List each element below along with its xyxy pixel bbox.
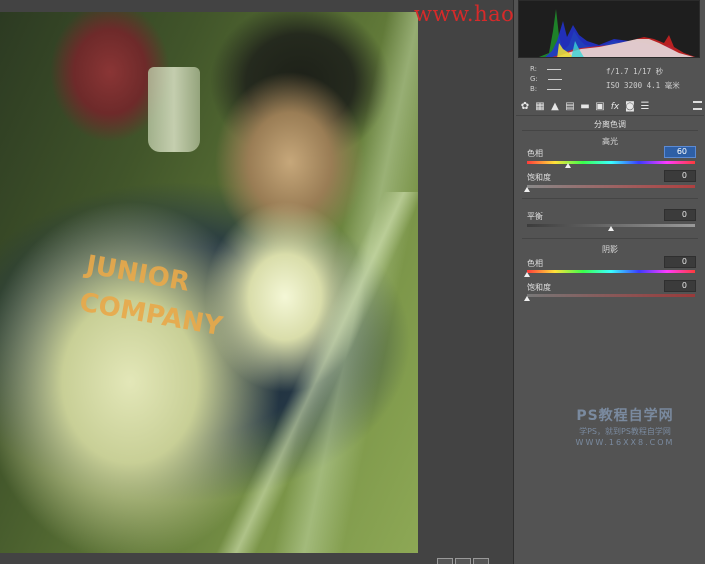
shadows-hue-label: 色相 bbox=[527, 259, 543, 268]
ps-watermark: PS教程自学网 学PS，就到PS教程自学网 WWW.16XX8.COM bbox=[560, 405, 690, 447]
camera-info: R: G: B: f/1.7 1/17 秒 ISO 3200 4.1 毫米 bbox=[514, 60, 705, 98]
shadows-hue-input[interactable]: 0 bbox=[664, 256, 696, 268]
g-label: G: bbox=[530, 75, 538, 83]
exif-readout: f/1.7 1/17 秒 ISO 3200 4.1 毫米 bbox=[606, 65, 680, 93]
shadows-saturation-slider[interactable] bbox=[527, 294, 695, 297]
highlights-saturation-thumb[interactable] bbox=[524, 187, 530, 192]
shirt-print: JUNIOR COMPANY bbox=[77, 250, 225, 343]
shadows-hue-slider[interactable] bbox=[527, 270, 695, 273]
rgb-readout: R: G: B: bbox=[530, 64, 562, 94]
highlights-hue-slider[interactable] bbox=[527, 161, 695, 164]
histogram bbox=[518, 0, 700, 58]
view-compare-button[interactable] bbox=[473, 558, 489, 564]
r-label: R: bbox=[530, 65, 538, 73]
shadows-heading: 阴影 bbox=[602, 245, 618, 254]
ps-watermark-title: PS教程自学网 bbox=[576, 408, 674, 424]
panel-menu-icon[interactable] bbox=[693, 101, 702, 110]
balance-thumb[interactable] bbox=[608, 226, 614, 231]
camera-calibration-icon[interactable]: ◙ bbox=[624, 101, 636, 113]
aperture-shutter: f/1.7 1/17 秒 bbox=[606, 67, 664, 76]
highlights-saturation-slider[interactable] bbox=[527, 185, 695, 188]
section-title-split-toning: 分离色调 bbox=[594, 120, 626, 129]
b-label: B: bbox=[530, 85, 538, 93]
fx-icon[interactable]: fx bbox=[609, 101, 621, 113]
balance-input[interactable]: 0 bbox=[664, 209, 696, 221]
shadows-saturation-input[interactable]: 0 bbox=[664, 280, 696, 292]
bucket-shape bbox=[148, 67, 200, 152]
view-split-button[interactable] bbox=[455, 558, 471, 564]
ps-watermark-url: WWW.16XX8.COM bbox=[575, 438, 675, 447]
split-tone-icon[interactable]: ▬ bbox=[579, 101, 591, 113]
highlights-saturation-label: 饱和度 bbox=[527, 173, 551, 182]
panel-tabs: ✿ ▦ ▲ ▤ ▬ ▣ fx ◙ ☰ bbox=[516, 98, 704, 116]
histogram-graph bbox=[539, 9, 696, 57]
mountain-icon[interactable]: ▲ bbox=[549, 101, 561, 113]
preview-photo[interactable]: JUNIOR COMPANY bbox=[0, 12, 418, 553]
view-mode-buttons bbox=[437, 558, 489, 564]
tone-curve-icon[interactable]: ▤ bbox=[564, 101, 576, 113]
view-single-button[interactable] bbox=[437, 558, 453, 564]
lens-icon[interactable]: ▣ bbox=[594, 101, 606, 113]
shadows-saturation-label: 饱和度 bbox=[527, 283, 551, 292]
grid-icon[interactable]: ▦ bbox=[534, 101, 546, 113]
balance-label: 平衡 bbox=[527, 212, 543, 221]
presets-icon[interactable]: ☰ bbox=[639, 101, 651, 113]
image-preview-area: JUNIOR COMPANY bbox=[0, 0, 513, 564]
ps-watermark-tagline: 学PS，就到PS教程自学网 bbox=[579, 427, 671, 436]
highlights-hue-label: 色相 bbox=[527, 149, 543, 158]
shadows-saturation-thumb[interactable] bbox=[524, 296, 530, 301]
highlights-saturation-input[interactable]: 0 bbox=[664, 170, 696, 182]
iso-focal: ISO 3200 4.1 毫米 bbox=[606, 81, 680, 90]
highlights-hue-input[interactable]: 60 bbox=[664, 146, 696, 158]
adjustment-panel: R: G: B: f/1.7 1/17 秒 ISO 3200 4.1 毫米 ✿ … bbox=[513, 0, 705, 564]
aperture-icon[interactable]: ✿ bbox=[519, 101, 531, 113]
shadows-hue-thumb[interactable] bbox=[524, 272, 530, 277]
highlights-hue-thumb[interactable] bbox=[565, 163, 571, 168]
